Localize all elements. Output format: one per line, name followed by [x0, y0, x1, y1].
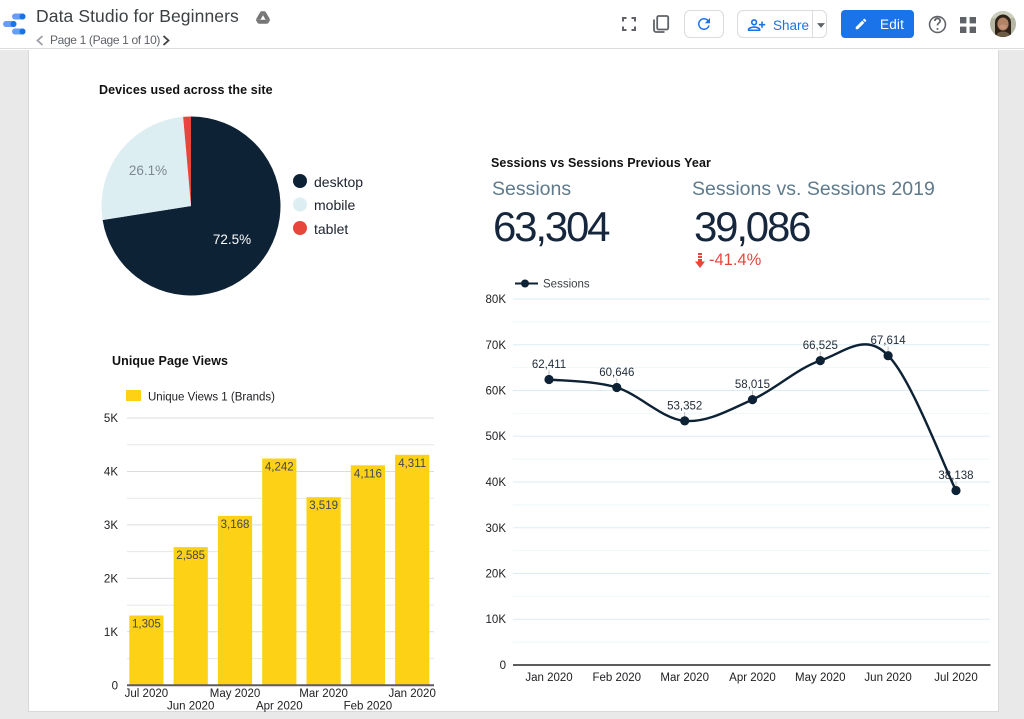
svg-text:4,242: 4,242 — [265, 462, 294, 474]
svg-text:1K: 1K — [104, 627, 118, 639]
svg-text:3,168: 3,168 — [221, 519, 250, 531]
svg-text:Sessions: Sessions — [543, 279, 590, 291]
svg-text:Jan 2020: Jan 2020 — [525, 672, 572, 684]
svg-text:3K: 3K — [104, 520, 118, 532]
svg-text:60,646: 60,646 — [599, 367, 634, 379]
svg-text:38,138: 38,138 — [938, 470, 973, 482]
svg-text:67,614: 67,614 — [871, 335, 907, 347]
svg-text:Apr 2020: Apr 2020 — [729, 672, 776, 684]
svg-text:5K: 5K — [104, 413, 118, 425]
svg-text:Apr 2020: Apr 2020 — [256, 701, 303, 713]
svg-text:58,015: 58,015 — [735, 379, 770, 391]
svg-text:Jul 2020: Jul 2020 — [934, 672, 977, 684]
svg-text:4K: 4K — [104, 467, 118, 479]
svg-text:4,116: 4,116 — [354, 468, 382, 480]
svg-text:3,519: 3,519 — [309, 500, 338, 512]
svg-text:2,585: 2,585 — [176, 550, 205, 562]
svg-text:Mar 2020: Mar 2020 — [299, 688, 348, 700]
svg-text:Mar 2020: Mar 2020 — [660, 672, 709, 684]
svg-text:Jan 2020: Jan 2020 — [389, 688, 436, 700]
svg-text:0: 0 — [500, 660, 506, 672]
svg-text:2K: 2K — [104, 573, 118, 585]
svg-text:Feb 2020: Feb 2020 — [592, 672, 641, 684]
svg-text:Unique Views 1 (Brands): Unique Views 1 (Brands) — [148, 392, 275, 404]
svg-text:Jun 2020: Jun 2020 — [864, 672, 911, 684]
svg-text:Jul 2020: Jul 2020 — [125, 688, 168, 700]
svg-text:80K: 80K — [486, 294, 507, 306]
svg-text:1,305: 1,305 — [132, 619, 161, 631]
svg-text:62,411: 62,411 — [532, 359, 566, 371]
svg-text:53,352: 53,352 — [667, 400, 702, 412]
svg-text:Feb 2020: Feb 2020 — [344, 701, 393, 713]
svg-text:0: 0 — [112, 680, 118, 692]
svg-text:May 2020: May 2020 — [795, 672, 846, 684]
svg-text:66,525: 66,525 — [803, 340, 838, 352]
svg-text:4,311: 4,311 — [398, 458, 426, 470]
svg-text:Jun 2020: Jun 2020 — [167, 701, 214, 713]
svg-text:May 2020: May 2020 — [210, 688, 261, 700]
